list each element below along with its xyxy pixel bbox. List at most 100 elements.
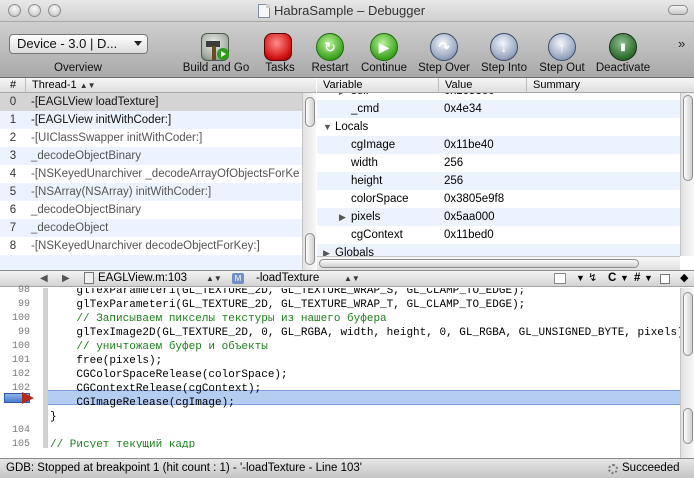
chevron-down-icon[interactable]: ▼ [576,271,585,286]
forward-arrow-icon[interactable]: ▶ [62,271,70,286]
close-window-button[interactable] [8,4,21,17]
file-icon [84,272,94,284]
class-hierarchy-icon[interactable]: C [608,271,616,286]
lock-icon[interactable]: ◆ [680,271,688,286]
variable-name: pixels [351,211,381,223]
scroll-thumb[interactable] [683,408,693,444]
frame-number: 1 [9,114,17,126]
thread-row[interactable]: 0 -[EAGLView loadTexture] [0,93,302,111]
window-title: HabraSample – Debugger [258,3,425,18]
scroll-thumb[interactable] [319,259,639,268]
status-message: GDB: Stopped at breakpoint 1 (hit count … [6,462,362,474]
threads-header: # Thread-1 ▲▼ [0,78,316,93]
variable-value: 256 [444,175,464,187]
updown-icon: ▲▼ [206,274,222,283]
variable-name: self [351,93,369,100]
toolbar-overflow-icon[interactable]: » [678,36,685,51]
variable-value: 0x11be40 [444,139,494,151]
code-comment: // уничтожаем буфер и объекты [50,341,268,353]
disclosure-right-icon[interactable]: ▶ [323,244,330,256]
variable-name: cgImage [351,139,396,151]
chevron-down-icon[interactable]: ▼ [644,271,653,286]
threads-scrollbar[interactable] [302,93,316,270]
scroll-thumb[interactable] [683,292,693,356]
restart-button[interactable]: ↻ Restart [306,27,354,77]
variable-name: cgContext [351,229,403,241]
code-line-current: CGImageRelease(cgImage); [50,397,235,409]
thread-row[interactable]: 6 _decodeObjectBinary [0,201,302,219]
col-value[interactable]: Value [439,78,527,93]
build-result: Succeeded [622,462,680,474]
continue-button[interactable]: ▶ Continue [356,27,412,77]
split-editor-icon[interactable] [660,274,670,284]
thread-row[interactable]: 2 -[UIClassSwapper initWithCoder:] [0,129,302,147]
disclosure-right-icon[interactable]: ▶ [339,208,346,226]
document-icon [258,3,270,18]
step-over-label: Step Over [418,62,470,74]
variable-row[interactable]: cgContext 0x11bed0 [317,226,680,244]
variable-name: colorSpace [351,193,409,205]
disclosure-down-icon[interactable]: ▼ [323,118,332,136]
step-into-button[interactable]: ↓ Step Into [476,27,532,77]
variables-list: ▶ self 0x1653e0 _cmd 0x4e34 ▼ Locals cgI… [317,93,680,256]
overview-popup[interactable]: Device - 3.0 | D... [9,34,148,54]
deactivate-button[interactable]: ▮ Deactivate [592,27,654,77]
variables-hscrollbar[interactable] [317,256,680,270]
thread-popup-label: Thread-1 [32,79,77,91]
build-and-go-button[interactable]: Build and Go [180,27,252,77]
variable-row[interactable]: ▼ Locals [317,118,680,136]
threads-pane: # Thread-1 ▲▼ 0 -[EAGLView loadTexture] 1… [0,78,316,270]
deactivate-icon: ▮ [609,33,637,61]
chevron-down-icon[interactable]: ▼ [620,271,629,286]
thread-row[interactable]: 1 -[EAGLView initWithCoder:] [0,111,302,129]
disclosure-right-icon[interactable]: ▶ [339,93,346,100]
editor-scrollbar[interactable] [680,288,694,458]
col-variable[interactable]: Variable [317,78,439,93]
variable-row[interactable]: height 256 [317,172,680,190]
variable-row[interactable]: width 256 [317,154,680,172]
variables-scrollbar[interactable] [680,93,694,256]
bookmarks-icon[interactable] [554,273,566,284]
hammer-play-icon [201,33,229,61]
variable-row[interactable]: colorSpace 0x3805e9f8 [317,190,680,208]
scroll-thumb[interactable] [305,233,315,265]
step-out-button[interactable]: ↑ Step Out [534,27,590,77]
variables-pane: Variable Value Summary ▶ self 0x1653e0 _… [317,78,694,270]
zoom-window-button[interactable] [48,4,61,17]
variable-row[interactable]: cgImage 0x11be40 [317,136,680,154]
variable-row[interactable]: ▶ self 0x1653e0 [317,93,680,100]
pragma-icon[interactable]: # [634,271,640,286]
tasks-button[interactable]: Tasks [256,27,304,77]
frame-function: _decodeObjectBinary [31,150,141,162]
scroll-thumb[interactable] [683,95,693,181]
thread-row[interactable]: 7 _decodeObject [0,219,302,237]
scroll-thumb[interactable] [305,97,315,127]
code-line: glTexImage2D(GL_TEXTURE_2D, 0, GL_RGBA, … [50,327,680,339]
editor-nav-bar: ◀ ▶ EAGLView.m:103 ▲▼ M -loadTexture ▲▼ … [0,270,694,287]
variable-row[interactable]: _cmd 0x4e34 [317,100,680,118]
toolbar: Device - 3.0 | D... Overview Build and G… [0,22,694,78]
col-num[interactable]: # [0,78,26,93]
code-area-bottom [0,448,680,458]
file-popup[interactable]: EAGLView.m:103 [98,271,187,286]
step-over-button[interactable]: ↷ Step Over [416,27,472,77]
thread-row[interactable]: 5 -[NSArray(NSArray) initWithCoder:] [0,183,302,201]
back-arrow-icon[interactable]: ◀ [40,271,48,286]
variable-row[interactable]: ▶ pixels 0x5aa000 [317,208,680,226]
frame-number: 6 [9,204,17,216]
col-thread[interactable]: Thread-1 ▲▼ [26,78,302,93]
variable-row[interactable]: ▶ Globals [317,244,680,256]
toolbar-toggle-button[interactable] [668,5,688,15]
col-summary[interactable]: Summary [527,78,680,93]
thread-row[interactable]: 8 -[NSKeyedUnarchiver decodeObjectForKey:… [0,237,302,255]
thread-row[interactable]: 3 _decodeObjectBinary [0,147,302,165]
breakpoints-icon[interactable]: ↯ [588,271,597,286]
code-comment: // Записываем пикселы текстуры из нашего… [50,313,387,325]
title-bar: HabraSample – Debugger [0,0,694,22]
code-line: glTexParameteri(GL_TEXTURE_2D, GL_TEXTUR… [50,299,526,311]
minimize-window-button[interactable] [28,4,41,17]
step-out-label: Step Out [539,62,585,74]
code-line: free(pixels); [50,355,163,367]
thread-row[interactable]: 4 -[NSKeyedUnarchiver _decodeArrayOfObjec… [0,165,302,183]
method-popup[interactable]: -loadTexture [256,271,319,286]
